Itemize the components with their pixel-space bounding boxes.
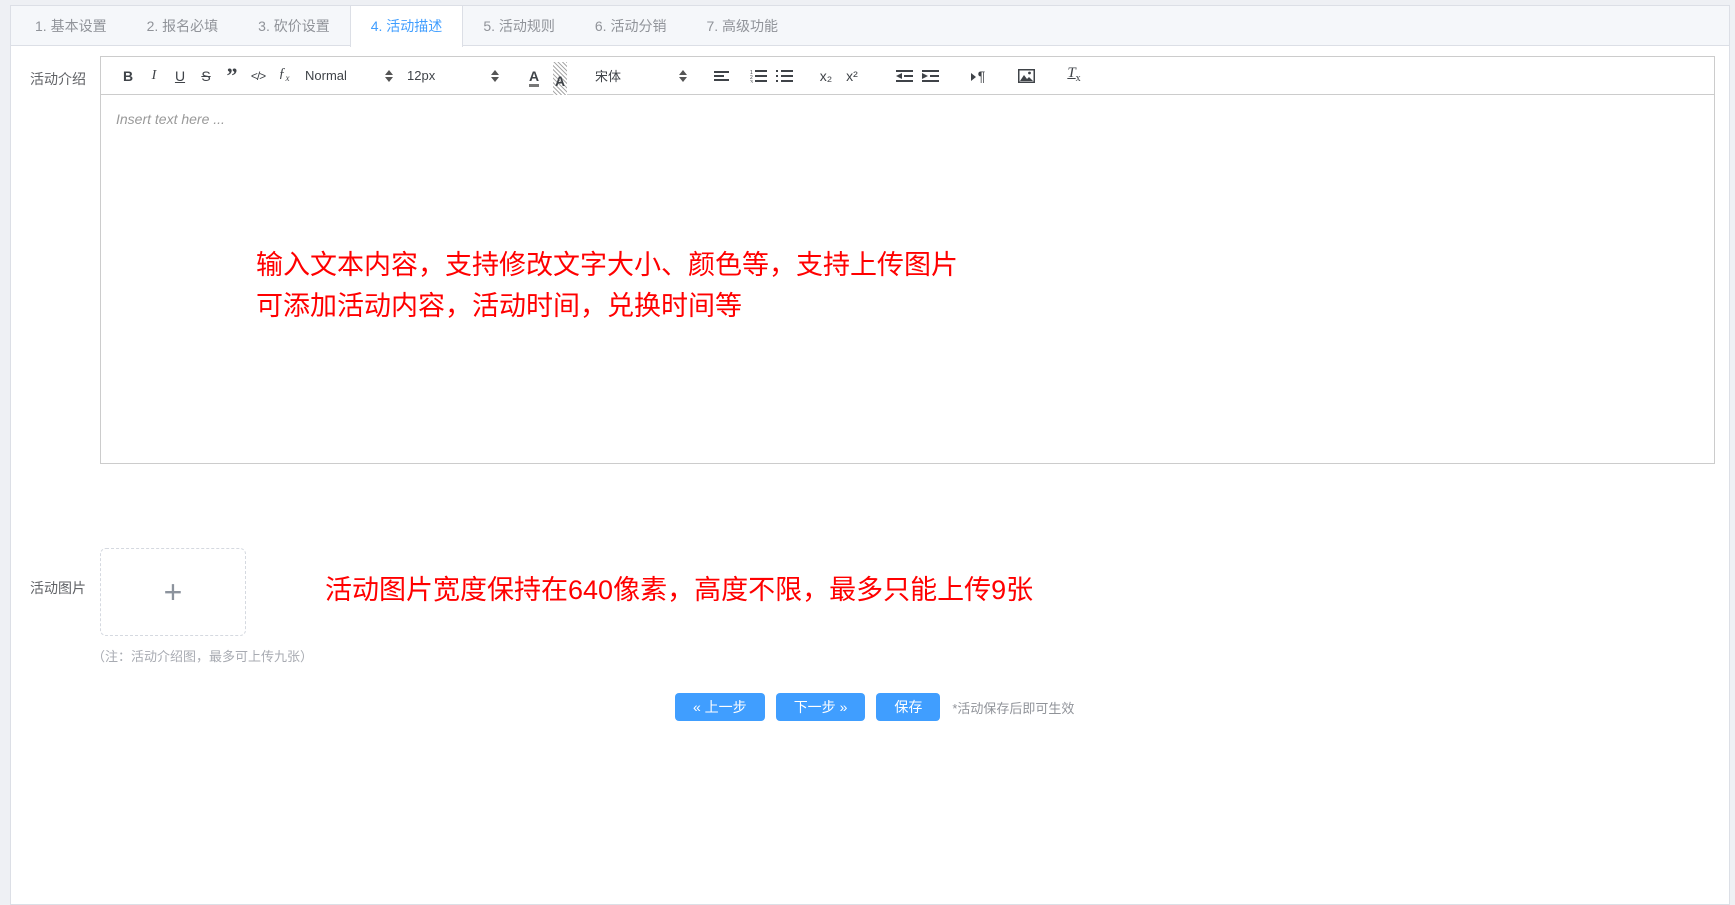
activity-settings-card: 1. 基本设置 2. 报名必填 3. 砍价设置 4. 活动描述 5. 活动规则 … xyxy=(10,5,1730,905)
images-form-row: 活动图片 + （注：活动介绍图，最多可上传九张） 活动图片宽度保持在640像素，… xyxy=(30,548,1715,665)
save-hint-text: *活动保存后即可生效 xyxy=(952,700,1075,716)
svg-text:3: 3 xyxy=(750,80,753,83)
intro-form-row: 活动介绍 B I U S ” </> ƒx Normal 12px A A 宋体… xyxy=(30,56,1715,464)
prev-step-button[interactable]: « 上一步 xyxy=(675,693,765,721)
tab-activity-description[interactable]: 4. 活动描述 xyxy=(349,6,464,47)
background-color-icon[interactable]: A xyxy=(547,52,573,100)
clear-format-x: x xyxy=(1075,72,1081,84)
formula-x: x xyxy=(285,72,290,83)
paragraph-format-value: Normal xyxy=(305,68,347,83)
intro-label: 活动介绍 xyxy=(30,71,86,87)
tab-basic-settings[interactable]: 1. 基本设置 xyxy=(15,6,127,46)
italic-icon[interactable]: I xyxy=(141,57,167,95)
code-icon[interactable]: </> xyxy=(245,57,271,95)
formula-icon[interactable]: ƒx xyxy=(271,55,297,97)
upload-hint-annotation: 活动图片宽度保持在640像素，高度不限，最多只能上传9张 xyxy=(325,575,1034,605)
strikethrough-icon[interactable]: S xyxy=(193,57,219,95)
tab-advanced-features[interactable]: 7. 高级功能 xyxy=(686,6,798,46)
tab-activity-rules[interactable]: 5. 活动规则 xyxy=(463,6,575,46)
indent-icon[interactable] xyxy=(917,69,943,83)
rich-text-editor: B I U S ” </> ƒx Normal 12px A A 宋体 1 2 … xyxy=(100,56,1715,464)
font-family-value: 宋体 xyxy=(595,69,622,84)
bullet-list-icon[interactable] xyxy=(771,69,797,83)
tab-registration-required[interactable]: 2. 报名必填 xyxy=(127,6,239,46)
image-icon[interactable] xyxy=(1013,68,1039,83)
blockquote-icon[interactable]: ” xyxy=(219,61,245,91)
images-label: 活动图片 xyxy=(30,580,86,596)
clear-format-t: T xyxy=(1067,64,1076,81)
step-tabs: 1. 基本设置 2. 报名必填 3. 砍价设置 4. 活动描述 5. 活动规则 … xyxy=(11,6,1729,47)
footer-actions: « 上一步 下一步 » 保存 *活动保存后即可生效 xyxy=(675,693,1715,721)
tab-activity-distribution[interactable]: 6. 活动分销 xyxy=(575,6,687,46)
font-size-dropdown[interactable]: 12px xyxy=(407,68,499,83)
font-family-dropdown[interactable]: 宋体 xyxy=(595,66,687,85)
annotation-line-1: 输入文本内容，支持修改文字大小、颜色等，支持上传图片 xyxy=(256,250,958,280)
text-color-icon[interactable]: A xyxy=(521,57,547,95)
pilcrow-glyph: ¶ xyxy=(977,67,986,84)
bold-icon[interactable]: B xyxy=(115,57,141,95)
formula-f: ƒ xyxy=(278,65,286,81)
tab-panel-activity-description: 活动介绍 B I U S ” </> ƒx Normal 12px A A 宋体… xyxy=(11,46,1729,721)
updown-arrows-icon xyxy=(679,69,687,82)
direction-icon[interactable]: ¶ xyxy=(965,57,991,95)
paragraph-format-dropdown[interactable]: Normal xyxy=(305,68,393,83)
subscript-icon[interactable]: x₂ xyxy=(813,57,839,95)
align-icon[interactable] xyxy=(709,69,735,83)
updown-arrows-icon xyxy=(491,69,499,82)
save-button[interactable]: 保存 xyxy=(876,693,941,721)
editor-text-area[interactable]: Insert text here ... 输入文本内容，支持修改文字大小、颜色等… xyxy=(101,95,1714,463)
image-upload-button[interactable]: + xyxy=(100,548,246,636)
text-color-glyph: A xyxy=(528,68,540,87)
upload-column: + （注：活动介绍图，最多可上传九张） xyxy=(92,548,313,665)
font-size-value: 12px xyxy=(407,68,436,83)
background-color-glyph: A xyxy=(552,61,568,100)
underline-icon[interactable]: U xyxy=(167,57,193,95)
ordered-list-icon[interactable]: 123 xyxy=(745,69,771,83)
updown-arrows-icon xyxy=(385,69,393,82)
next-step-button[interactable]: 下一步 » xyxy=(775,693,866,721)
clear-format-icon[interactable]: Tx xyxy=(1061,54,1087,98)
annotation-text: 输入文本内容，支持修改文字大小、颜色等，支持上传图片 可添加活动内容，活动时间，… xyxy=(256,245,958,327)
superscript-icon[interactable]: x² xyxy=(839,57,865,95)
upload-note: （注：活动介绍图，最多可上传九张） xyxy=(92,649,314,664)
annotation-line-2: 可添加活动内容，活动时间，兑换时间等 xyxy=(256,291,742,321)
editor-toolbar: B I U S ” </> ƒx Normal 12px A A 宋体 1 2 … xyxy=(101,54,1714,100)
editor-placeholder: Insert text here ... xyxy=(116,111,225,127)
tab-bargain-settings[interactable]: 3. 砍价设置 xyxy=(238,6,350,46)
outdent-icon[interactable] xyxy=(891,69,917,83)
plus-icon: + xyxy=(163,574,183,610)
